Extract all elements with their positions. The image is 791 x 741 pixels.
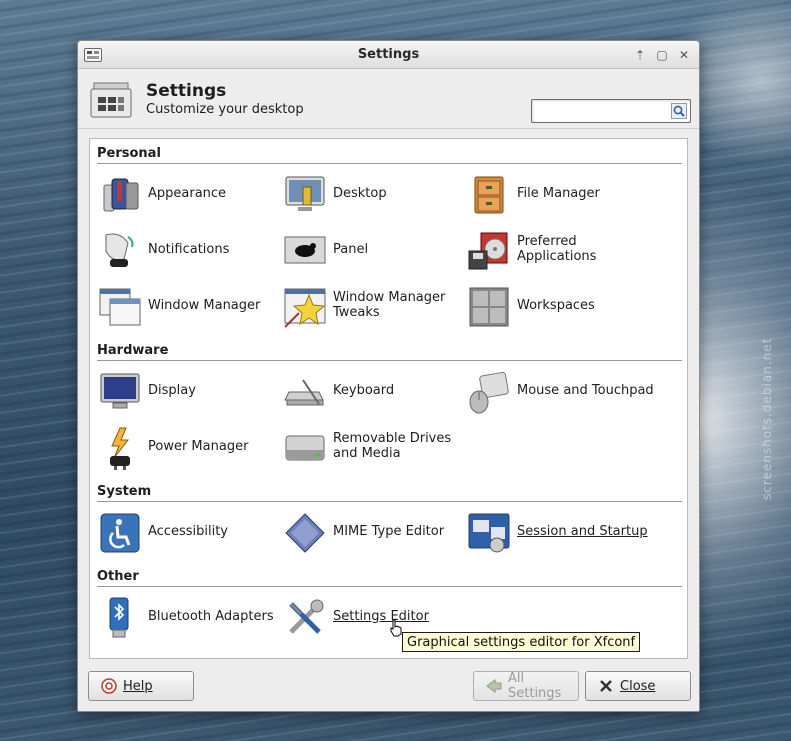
help-button-label: Help (123, 678, 153, 694)
notifications-icon (98, 229, 142, 273)
search-field[interactable] (531, 99, 691, 123)
panel-icon (283, 229, 327, 273)
tooltip: Graphical settings editor for Xfconf (402, 632, 641, 652)
item-label: Bluetooth Adapters (148, 608, 274, 624)
item-label: Removable Drives and Media (333, 431, 452, 461)
item-removable-drives[interactable]: Removable Drives and Media (283, 422, 463, 470)
close-button[interactable]: Close (585, 671, 691, 701)
item-label: Desktop (333, 185, 387, 201)
item-label: Notifications (148, 241, 230, 257)
monitor-icon (98, 370, 142, 414)
item-power-manager[interactable]: Power Manager (98, 422, 278, 470)
item-mouse-touchpad[interactable]: Mouse and Touchpad (467, 366, 654, 414)
help-icon (101, 678, 117, 694)
desktop-icon (283, 173, 327, 217)
file-cabinet-icon (467, 173, 511, 217)
all-settings-button[interactable]: All Settings (473, 671, 579, 701)
item-window-manager-tweaks[interactable]: Window Manager Tweaks (283, 281, 463, 329)
item-bluetooth[interactable]: Bluetooth Adapters (98, 592, 278, 640)
item-label: Panel (333, 241, 369, 257)
search-input[interactable] (536, 101, 666, 121)
item-label: Workspaces (517, 297, 595, 313)
item-window-manager[interactable]: Window Manager (98, 281, 278, 329)
maximize-icon[interactable]: ▢ (653, 46, 671, 64)
category-other: Other (97, 569, 682, 587)
header: Settings Customize your desktop (78, 69, 699, 129)
keyboard-icon (283, 370, 327, 414)
workspaces-icon (467, 285, 511, 329)
item-workspaces[interactable]: Workspaces (467, 281, 647, 329)
item-label: Power Manager (148, 438, 249, 454)
item-label: File Manager (517, 185, 600, 201)
item-label: Window Manager Tweaks (333, 290, 446, 320)
mouse-icon (467, 370, 511, 414)
item-label: Accessibility (148, 523, 228, 539)
item-notifications[interactable]: Notifications (98, 225, 278, 273)
item-desktop[interactable]: Desktop (283, 169, 463, 217)
preferred-applications-icon (467, 229, 511, 273)
item-label: Keyboard (333, 382, 395, 398)
category-system: System (97, 484, 682, 502)
roll-up-icon[interactable]: ⇡ (631, 46, 649, 64)
item-label: Preferred Applications (517, 234, 597, 264)
item-label: Window Manager (148, 297, 261, 313)
hand-cursor-icon (389, 619, 403, 637)
window-title: Settings (357, 47, 420, 62)
item-preferred-applications[interactable]: Preferred Applications (467, 225, 647, 273)
item-label: Appearance (148, 185, 227, 201)
settings-window: Settings ⇡ ▢ ✕ Settings Customize your d… (77, 40, 700, 712)
settings-app-icon (90, 81, 132, 119)
all-settings-button-label: All Settings (508, 671, 562, 701)
header-title: Settings (146, 81, 227, 101)
item-accessibility[interactable]: Accessibility (98, 507, 278, 555)
header-subtitle: Customize your desktop (146, 102, 304, 117)
item-display[interactable]: Display (98, 366, 278, 414)
session-startup-icon (467, 511, 511, 555)
item-label: Mouse and Touchpad (517, 382, 654, 398)
mime-type-icon (283, 511, 327, 555)
window-manager-icon (98, 285, 142, 329)
wrench-screwdriver-icon (283, 596, 327, 640)
item-mime-editor[interactable]: MIME Type Editor (283, 507, 463, 555)
item-label: Session and Startup (517, 523, 648, 539)
category-hardware: Hardware (97, 343, 682, 361)
category-personal: Personal (97, 146, 682, 164)
item-label: MIME Type Editor (333, 523, 445, 539)
appearance-icon (98, 173, 142, 217)
bluetooth-icon (98, 596, 142, 640)
power-plug-icon (98, 426, 142, 470)
settings-panel: Personal Appearance Desktop File Manager… (89, 138, 688, 659)
help-button[interactable]: Help (88, 671, 194, 701)
search-icon[interactable] (671, 103, 687, 119)
title-bar[interactable]: Settings ⇡ ▢ ✕ (78, 41, 699, 69)
accessibility-icon (98, 511, 142, 555)
watermark-text: screenshots.debian.net (760, 337, 774, 500)
close-button-label: Close (620, 678, 656, 694)
close-x-icon (598, 678, 614, 694)
item-keyboard[interactable]: Keyboard (283, 366, 463, 414)
window-manager-tweaks-icon (283, 285, 327, 329)
drive-icon (283, 426, 327, 470)
back-arrow-icon (486, 678, 502, 694)
item-session-startup[interactable]: Session and Startup (467, 507, 648, 555)
close-window-icon[interactable]: ✕ (675, 46, 693, 64)
item-panel[interactable]: Panel (283, 225, 463, 273)
item-appearance[interactable]: Appearance (98, 169, 278, 217)
item-file-manager[interactable]: File Manager (467, 169, 647, 217)
item-label: Display (148, 382, 196, 398)
